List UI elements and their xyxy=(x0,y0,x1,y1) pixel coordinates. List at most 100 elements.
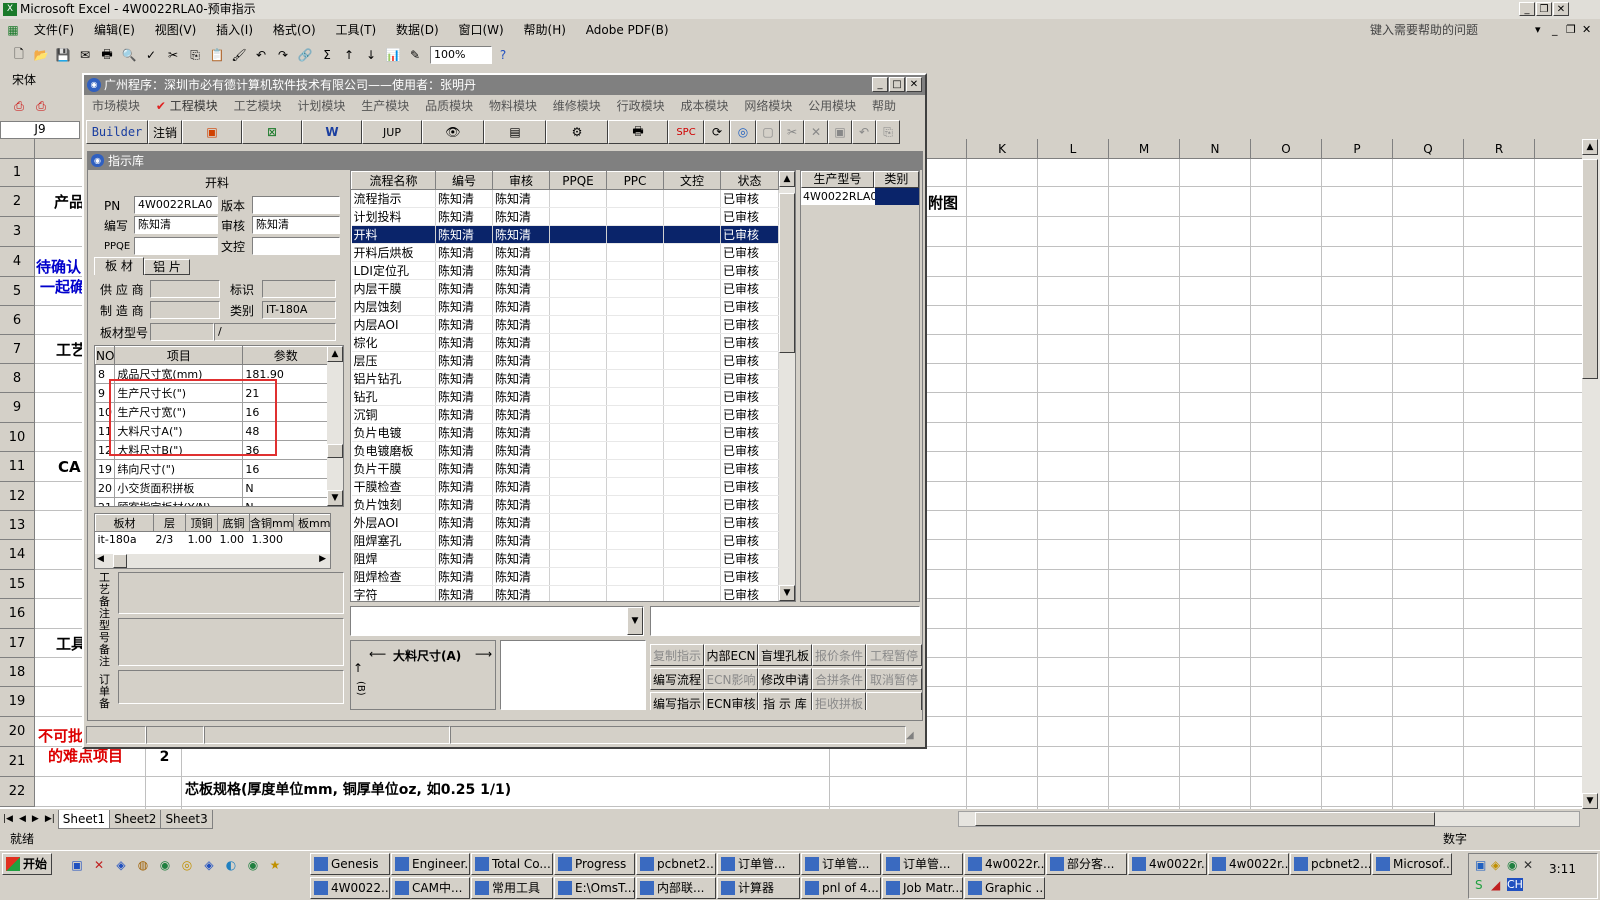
row-header[interactable]: 15 xyxy=(0,570,35,599)
process-cell[interactable]: 陈知清 xyxy=(492,441,550,460)
restore-icon[interactable]: ❐ xyxy=(1536,2,1552,16)
row-header[interactable]: 22 xyxy=(0,777,35,807)
col-header[interactable]: P xyxy=(1322,139,1393,159)
menu-view[interactable]: 视图(V) xyxy=(147,19,205,41)
process-cell[interactable] xyxy=(606,315,664,334)
param-cell[interactable]: 19 xyxy=(95,459,116,479)
process-cell[interactable] xyxy=(549,459,607,478)
help-dropdown-icon[interactable]: ▾ xyxy=(1535,19,1541,41)
process-cell[interactable] xyxy=(606,459,664,478)
process-cell[interactable]: 陈知清 xyxy=(435,477,493,496)
erp-menu-production[interactable]: 生产模块 xyxy=(355,95,415,117)
process-cell[interactable] xyxy=(549,477,607,496)
model-remark-field[interactable] xyxy=(118,618,344,666)
scroll-thumb[interactable] xyxy=(1582,159,1598,379)
model-header[interactable]: 生产型号 xyxy=(801,171,874,188)
process-cell[interactable]: 开料 xyxy=(351,225,436,244)
process-cell[interactable]: 层压 xyxy=(351,351,436,370)
process-row[interactable]: 开料 陈知清 陈知清 已审核 xyxy=(351,225,779,244)
taskbar-button[interactable]: 4w0022r... xyxy=(1208,853,1289,875)
process-cell[interactable]: 陈知清 xyxy=(492,243,550,262)
process-cell[interactable]: 流程指示 xyxy=(351,189,436,208)
process-cell[interactable] xyxy=(549,585,607,601)
model-type-header[interactable]: 类别 xyxy=(873,171,919,188)
next-sheet-icon[interactable]: ▶ xyxy=(32,814,39,824)
process-cell[interactable]: 已审核 xyxy=(720,477,779,496)
maker-field[interactable] xyxy=(150,301,220,319)
cell-core-spec[interactable]: 芯板规格(厚度单位mm, 铜厚单位oz, 如0.25 1/1) xyxy=(185,779,511,799)
param-scroll-thumb[interactable] xyxy=(327,444,343,458)
process-cell[interactable] xyxy=(663,423,721,442)
process-cell[interactable] xyxy=(549,315,607,334)
process-cell[interactable] xyxy=(606,243,664,262)
proc-scroll-up-icon[interactable]: ▲ xyxy=(779,171,795,187)
process-cell[interactable]: 陈知清 xyxy=(435,351,493,370)
process-cell[interactable] xyxy=(663,585,721,601)
process-cell[interactable] xyxy=(549,549,607,568)
process-cell[interactable] xyxy=(663,351,721,370)
eye-icon[interactable]: 👁 xyxy=(422,120,484,144)
builder-button[interactable]: Builder xyxy=(86,120,148,144)
process-cell[interactable] xyxy=(663,495,721,514)
process-row[interactable]: 流程指示 陈知清 陈知清 已审核 xyxy=(351,189,779,208)
board-scroll-thumb[interactable] xyxy=(113,554,127,568)
process-cell[interactable]: 陈知清 xyxy=(492,459,550,478)
process-cell[interactable] xyxy=(606,261,664,280)
cut-icon[interactable]: ✂ xyxy=(163,44,183,66)
model-list[interactable]: 生产型号 类别 4W0022RLA0 xyxy=(800,170,920,602)
taskbar-button[interactable]: 订单管... xyxy=(882,853,963,875)
row-header[interactable]: 7 xyxy=(0,335,35,364)
close-icon[interactable]: ✕ xyxy=(1553,2,1569,16)
process-cell[interactable] xyxy=(606,585,664,601)
process-cell[interactable]: 陈知清 xyxy=(435,459,493,478)
cut-tool-icon[interactable]: ✂ xyxy=(780,120,804,144)
spelling-icon[interactable]: ✓ xyxy=(141,44,161,66)
process-cell[interactable]: 陈知清 xyxy=(492,513,550,532)
process-row[interactable]: 内层AOI 陈知清 陈知清 已审核 xyxy=(351,315,779,334)
permission-icon[interactable]: ✉ xyxy=(75,44,95,66)
process-cell[interactable]: 陈知清 xyxy=(492,531,550,550)
process-cell[interactable] xyxy=(663,441,721,460)
process-cell[interactable] xyxy=(549,207,607,226)
process-cell[interactable]: 陈知清 xyxy=(435,441,493,460)
save-tool-icon[interactable]: ▣ xyxy=(828,120,852,144)
process-remark-field[interactable] xyxy=(118,572,344,614)
print-icon[interactable]: 🖶 xyxy=(97,44,117,66)
ppqe-field[interactable] xyxy=(134,237,218,255)
process-cell[interactable]: 已审核 xyxy=(720,243,779,262)
menu-adobe-pdf[interactable]: Adobe PDF(B) xyxy=(578,19,677,41)
row-header[interactable]: 16 xyxy=(0,599,35,629)
process-cell[interactable]: 已审核 xyxy=(720,261,779,280)
board-cell[interactable]: 1.300 xyxy=(249,531,294,548)
process-cell[interactable] xyxy=(606,405,664,424)
figure-preview[interactable] xyxy=(500,640,646,710)
taskbar-button[interactable]: pcbnet2... xyxy=(636,853,716,875)
col-header[interactable]: M xyxy=(1109,139,1180,159)
copy-tool-icon[interactable]: ⎘ xyxy=(876,120,900,144)
process-cell[interactable]: 棕化 xyxy=(351,333,436,352)
quick-launch-icon[interactable]: ◎ xyxy=(177,854,197,876)
process-cell[interactable]: 陈知清 xyxy=(492,567,550,586)
process-cell[interactable] xyxy=(606,351,664,370)
writer-field[interactable]: 陈知清 xyxy=(134,216,218,234)
row-header[interactable]: 18 xyxy=(0,658,35,687)
process-cell[interactable]: 陈知清 xyxy=(492,333,550,352)
param-header-value[interactable]: 参数 xyxy=(242,346,329,365)
board-scroll-right-icon[interactable]: ▶ xyxy=(319,554,326,564)
process-cell[interactable]: 已审核 xyxy=(720,315,779,334)
ecn-impact-button[interactable]: ECN影响 xyxy=(704,668,758,690)
menu-help[interactable]: 帮助(H) xyxy=(516,19,574,41)
process-cell[interactable]: 已审核 xyxy=(720,225,779,244)
erp-close-icon[interactable]: ✕ xyxy=(906,77,922,92)
process-cell[interactable] xyxy=(663,279,721,298)
tray-icon[interactable]: ◉ xyxy=(1507,858,1517,872)
quick-launch-icon[interactable]: ◈ xyxy=(111,854,131,876)
prev-sheet-icon[interactable]: ◀ xyxy=(19,814,26,824)
taskbar-button[interactable]: Progress xyxy=(554,853,635,875)
process-cell[interactable]: 已审核 xyxy=(720,441,779,460)
process-cell[interactable] xyxy=(606,531,664,550)
process-combo[interactable]: ▼ xyxy=(350,606,644,636)
row-header[interactable]: 5 xyxy=(0,277,35,306)
ime-icon[interactable]: CH xyxy=(1507,878,1523,891)
process-cell[interactable]: 阻焊塞孔 xyxy=(351,531,436,550)
